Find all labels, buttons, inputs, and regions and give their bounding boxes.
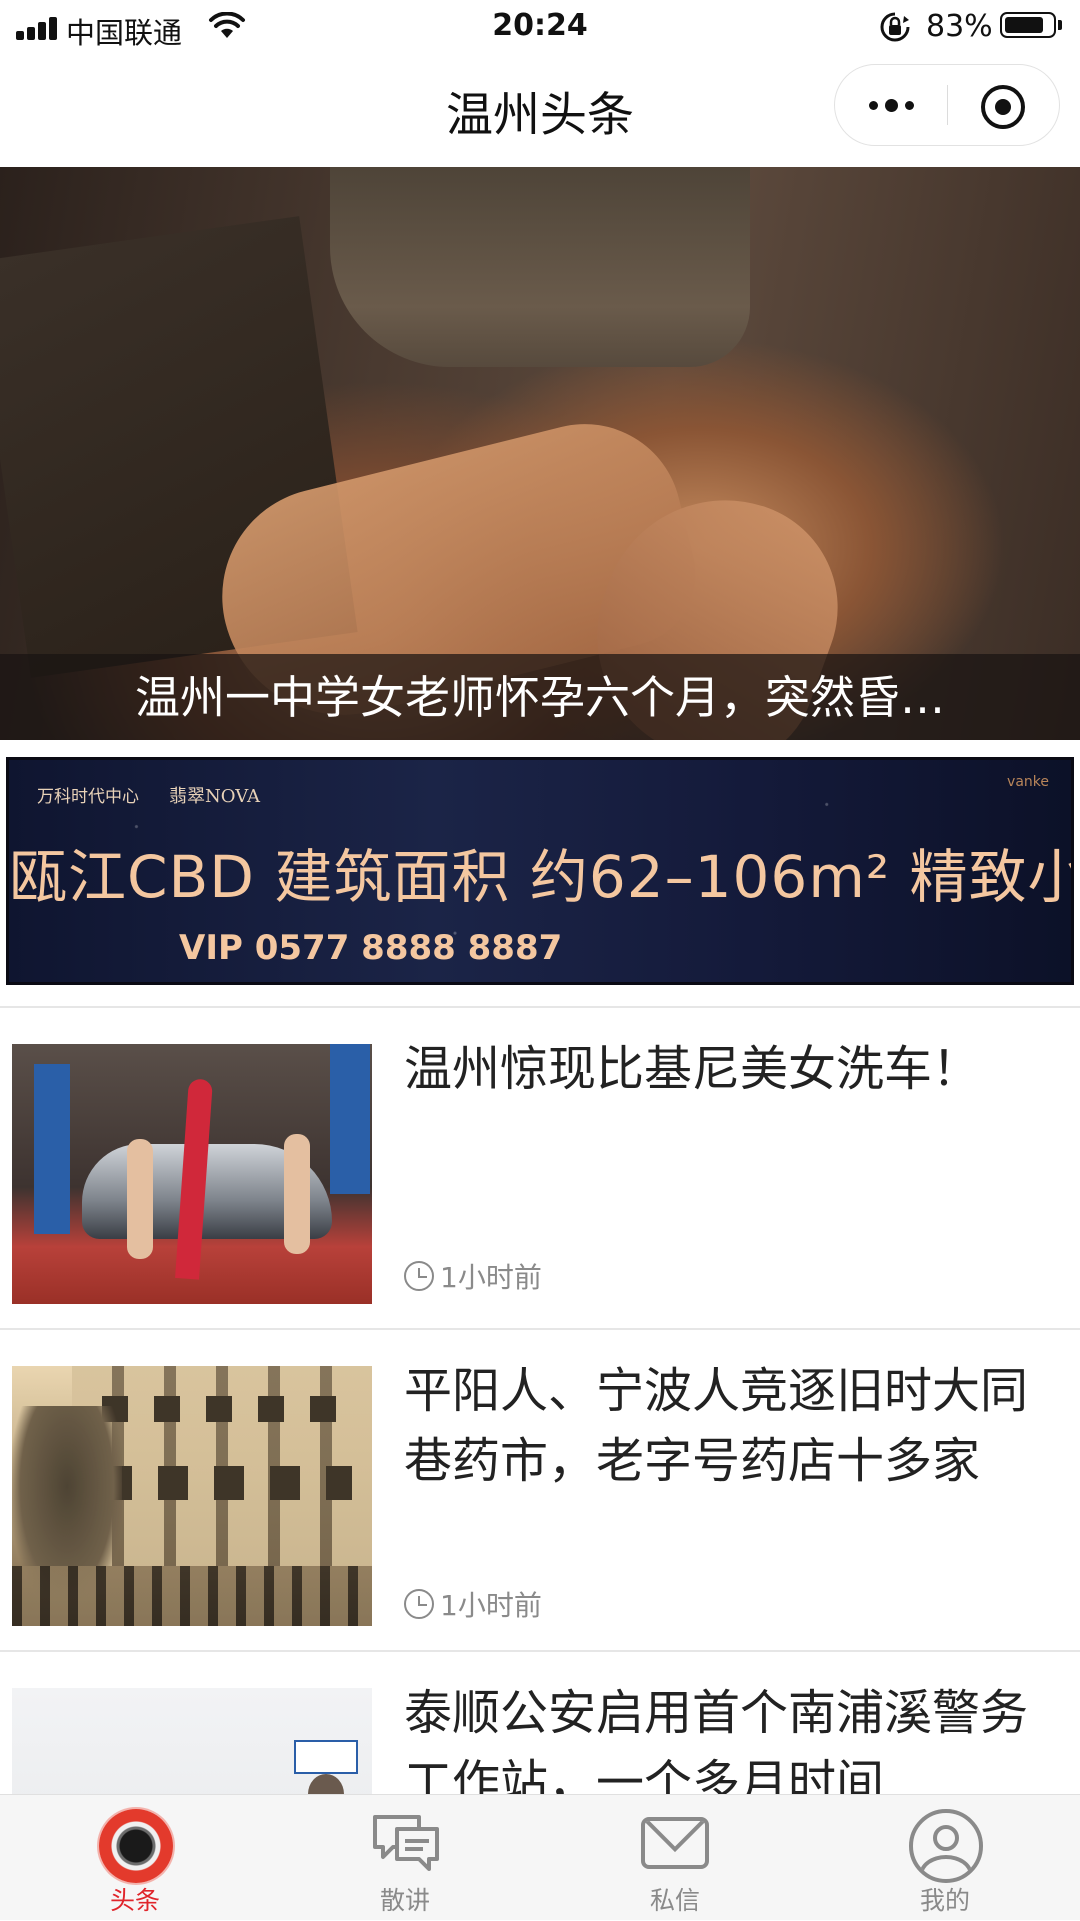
tab-label: 头条 xyxy=(109,1886,160,1915)
tab-label: 我的 xyxy=(919,1886,970,1915)
hero-image-sweater xyxy=(330,167,750,367)
list-item[interactable]: 泰顺公安启用首个南浦溪警务工作站，一个多月时间 xyxy=(0,1652,1080,1794)
ad-vip-phone: VIP 0577 8888 8887 xyxy=(179,928,563,968)
ad-brand-left: 万科时代中心 xyxy=(37,787,139,807)
article-thumbnail xyxy=(12,1366,372,1626)
tab-messages[interactable]: 私信 xyxy=(540,1795,810,1921)
battery-nub xyxy=(1058,20,1062,30)
hero-caption: 温州一中学女老师怀孕六个月，突然昏… xyxy=(134,671,945,724)
article-time-text: 1小时前 xyxy=(440,1261,542,1294)
user-icon xyxy=(905,1807,985,1883)
mini-program-capsule xyxy=(834,64,1060,146)
tab-bar: 头条 散讲 私信 我的 xyxy=(0,1794,1080,1920)
hero-banner[interactable]: 温州一中学女老师怀孕六个月，突然昏… xyxy=(0,167,1080,740)
article-time-text: 1小时前 xyxy=(440,1589,542,1622)
article-title: 温州惊现比基尼美女洗车！ xyxy=(404,1041,981,1097)
ad-banner[interactable]: 万科时代中心 翡翠NOVA vanke 瓯江CBD 建筑面积 约62–106m²… xyxy=(6,757,1074,985)
clock-icon xyxy=(404,1589,434,1619)
article-thumbnail xyxy=(12,1044,372,1304)
mini-program-close-icon[interactable] xyxy=(981,85,1025,129)
tab-profile[interactable]: 我的 xyxy=(810,1795,1080,1921)
battery-icon xyxy=(1000,12,1056,38)
status-time: 20:24 xyxy=(492,8,588,43)
clock-icon xyxy=(404,1261,434,1291)
ad-brand-right: 翡翠NOVA xyxy=(169,786,260,807)
orientation-lock-icon xyxy=(880,12,910,42)
battery-percent: 83% xyxy=(926,9,993,44)
capsule-divider xyxy=(947,85,948,125)
list-item[interactable]: 平阳人、宁波人竞逐旧时大同巷药市，老字号药店十多家 1小时前 xyxy=(0,1330,1080,1650)
article-thumbnail xyxy=(12,1688,372,1794)
headline-camera-icon xyxy=(95,1807,175,1883)
tab-headlines[interactable]: 头条 xyxy=(0,1795,270,1921)
tab-label: 散讲 xyxy=(379,1886,430,1915)
list-item[interactable]: 温州惊现比基尼美女洗车！ 1小时前 xyxy=(0,1008,1080,1328)
nav-bar: 温州头条 xyxy=(0,56,1080,166)
status-bar: 中国联通 20:24 83% xyxy=(0,0,1080,56)
article-title: 平阳人、宁波人竞逐旧时大同巷药市，老字号药店十多家 xyxy=(404,1363,1029,1489)
more-dots-icon[interactable] xyxy=(835,65,947,145)
tab-discussion[interactable]: 散讲 xyxy=(270,1795,540,1921)
ad-headline: 瓯江CBD 建筑面积 约62–106m² 精致小户 即将开售 xyxy=(9,843,1071,911)
article-time: 1小时前 xyxy=(404,1586,542,1622)
ad-corner-logo: vanke xyxy=(1007,774,1049,790)
tab-label: 私信 xyxy=(649,1886,700,1915)
battery-level xyxy=(1005,17,1043,33)
article-title: 泰顺公安启用首个南浦溪警务工作站，一个多月时间 xyxy=(404,1685,1029,1794)
article-time: 1小时前 xyxy=(404,1258,542,1294)
chat-bubbles-icon xyxy=(365,1807,445,1883)
mail-icon xyxy=(635,1807,715,1883)
